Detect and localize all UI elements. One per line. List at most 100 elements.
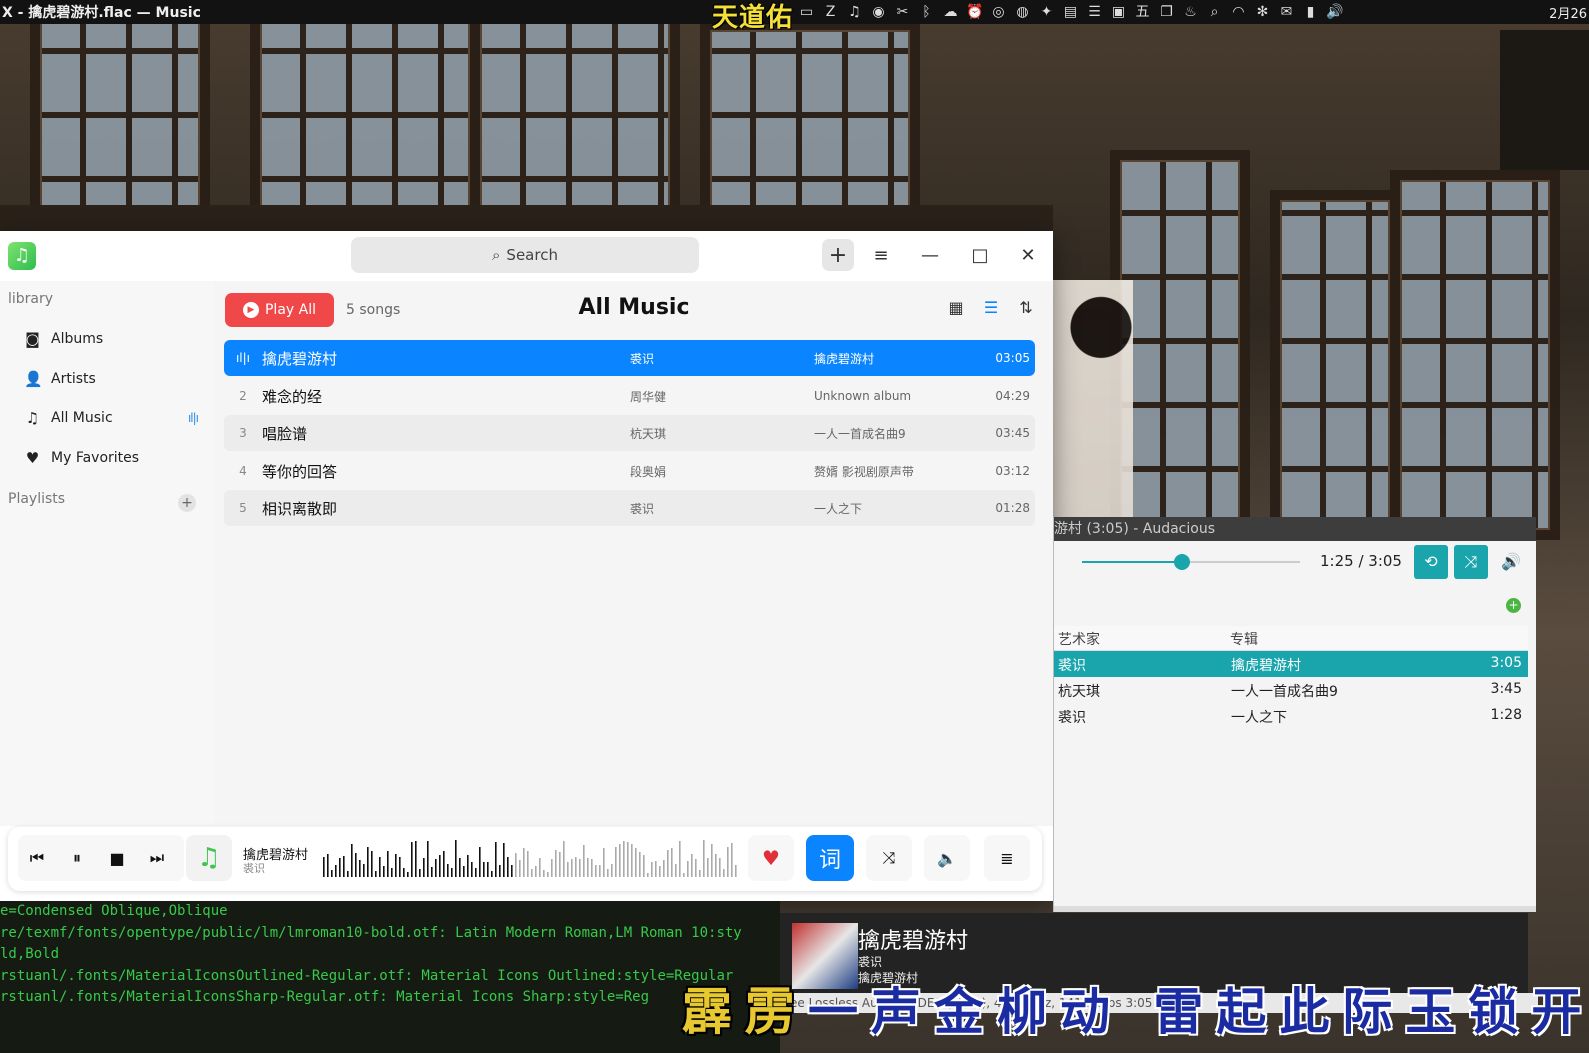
- waveform-bar: [599, 865, 601, 877]
- waveform-bar: [379, 857, 381, 877]
- waveform-bar: [431, 867, 433, 877]
- song-number: 3: [239, 426, 247, 440]
- terminal-line: rstuanl/.fonts/MaterialIconsOutlined-Reg…: [0, 967, 734, 984]
- top-bar-lyric: 天道佑: [712, 3, 794, 33]
- zotero-icon[interactable]: Z: [822, 4, 839, 21]
- music-note-icon[interactable]: ♫: [846, 4, 863, 21]
- search-input[interactable]: ⌕ Search: [351, 237, 699, 273]
- waveform-bar: [507, 857, 509, 877]
- column-album[interactable]: 专辑: [1230, 629, 1258, 649]
- seek-slider[interactable]: [1082, 554, 1300, 570]
- playlist-row[interactable]: 裘识 擒虎碧游村 3:05: [1054, 651, 1528, 677]
- sidebar-item-albums[interactable]: ◙ Albums: [24, 325, 204, 353]
- menu-icon[interactable]: ☰: [1086, 4, 1103, 21]
- volume-icon[interactable]: 🔊: [1326, 4, 1343, 21]
- wifi-icon[interactable]: ◠: [1230, 4, 1247, 21]
- search-icon[interactable]: ⌕: [1206, 4, 1223, 21]
- battery-icon[interactable]: ▮: [1302, 4, 1319, 21]
- seek-knob[interactable]: [1174, 554, 1191, 570]
- eye-icon[interactable]: ◎: [990, 4, 1007, 21]
- alarm-icon[interactable]: ⏰: [966, 4, 983, 21]
- copy-icon[interactable]: ❐: [1158, 4, 1175, 21]
- clock[interactable]: 2月26: [1549, 3, 1587, 22]
- bluetooth2-icon[interactable]: ✻: [1254, 4, 1271, 21]
- list-view-icon[interactable]: ☰: [980, 297, 1002, 319]
- row-artist: 杭天琪: [1058, 684, 1100, 700]
- cover-music-icon[interactable]: ♫: [186, 835, 232, 881]
- previous-icon[interactable]: ⏮: [20, 835, 54, 881]
- queue-icon[interactable]: ≣: [984, 835, 1030, 881]
- song-row[interactable]: 5 相识离散即 裘识 一人之下 01:28: [224, 490, 1035, 526]
- add-playlist-button[interactable]: +: [178, 494, 196, 512]
- desktop-lyrics[interactable]: 霹雳一声金柳动 雷起此际玉锁开: [682, 972, 1589, 1044]
- waveform-bar: [471, 862, 473, 877]
- volume-icon[interactable]: 🔊: [1494, 545, 1528, 579]
- sidebar-item-artists[interactable]: 👤 Artists: [24, 365, 204, 393]
- close-icon[interactable]: ✕: [1012, 239, 1044, 271]
- waveform-bar: [351, 844, 353, 877]
- minimize-icon[interactable]: —: [914, 239, 946, 271]
- sort-icon[interactable]: ⇅: [1015, 297, 1037, 319]
- column-artist[interactable]: 艺术家: [1058, 629, 1100, 649]
- wallpaper-roof: [1500, 30, 1589, 170]
- song-row[interactable]: 3 唱脸谱 杭天琪 一人一首成名曲9 03:45: [224, 415, 1035, 451]
- playlist-row[interactable]: 杭天琪 一人一首成名曲9 3:45: [1054, 677, 1528, 703]
- song-title: 唱脸谱: [262, 424, 308, 443]
- heart-icon: ♥: [25, 449, 40, 467]
- repeat-icon[interactable]: ⟲: [1414, 545, 1448, 579]
- window-icon[interactable]: ▭: [798, 4, 815, 21]
- waveform-bar: [595, 865, 597, 877]
- waveform-bar: [639, 852, 641, 877]
- song-row[interactable]: ıl|ı 擒虎碧游村 裘识 擒虎碧游村 03:05: [224, 340, 1035, 376]
- play-all-label: Play All: [264, 302, 316, 318]
- waveform-bar: [367, 847, 369, 877]
- play-all-button[interactable]: ▶ Play All: [225, 293, 334, 327]
- bluetooth-icon[interactable]: ᛒ: [918, 4, 935, 21]
- shuffle-icon[interactable]: ⤨: [1454, 545, 1488, 579]
- chat-icon[interactable]: ♨: [1182, 4, 1199, 21]
- waveform-bar: [571, 859, 573, 877]
- add-icon[interactable]: +: [1506, 598, 1521, 613]
- waveform-bar: [539, 858, 541, 877]
- waveform-bar: [663, 860, 665, 877]
- shuffle-icon[interactable]: ⤨: [866, 835, 912, 881]
- calendar-icon[interactable]: ▣: [1110, 4, 1127, 21]
- sidebar: library ◙ Albums 👤 Artists ♫ All Music ı…: [0, 281, 214, 826]
- grid-view-icon[interactable]: ▦: [945, 297, 967, 319]
- song-row[interactable]: 4 等你的回答 段奥娟 赘婿 影视剧原声带 03:12: [224, 453, 1035, 489]
- song-artist: 段奥娟: [630, 464, 667, 479]
- mail-icon[interactable]: ✉: [1278, 4, 1295, 21]
- pause-icon[interactable]: ⏸: [60, 835, 94, 881]
- next-icon[interactable]: ⏭: [140, 835, 174, 881]
- firefox-icon[interactable]: ◉: [870, 4, 887, 21]
- add-button[interactable]: +: [822, 239, 854, 271]
- waveform-bar: [667, 850, 669, 877]
- waveform-bar: [567, 862, 569, 877]
- waveform-bar: [347, 871, 349, 877]
- waveform-bar: [399, 857, 401, 877]
- song-row[interactable]: 2 难念的经 周华健 Unknown album 04:29: [224, 378, 1035, 414]
- scissors-icon[interactable]: ✂: [894, 4, 911, 21]
- cluster-icon[interactable]: ✦: [1038, 4, 1055, 21]
- sidebar-item-favorites[interactable]: ♥ My Favorites: [24, 444, 204, 472]
- playlist-row[interactable]: 裘识 一人之下 1:28: [1054, 703, 1528, 729]
- waveform-bar: [343, 856, 345, 877]
- waveform-bar: [531, 869, 533, 877]
- stop-icon[interactable]: ■: [100, 835, 134, 881]
- waveform-progress[interactable]: [322, 837, 738, 881]
- network-icon[interactable]: ☁: [942, 4, 959, 21]
- song-artist: 裘识: [630, 501, 655, 516]
- waveform-bar: [323, 857, 325, 877]
- input-method-icon[interactable]: 五: [1134, 4, 1151, 21]
- song-number: 5: [239, 501, 247, 515]
- waveform-bar: [715, 854, 717, 877]
- chrome-icon[interactable]: ◍: [1014, 4, 1031, 21]
- lyrics-button[interactable]: 词: [806, 835, 854, 881]
- maximize-icon[interactable]: □: [964, 239, 996, 271]
- sidebar-item-all-music[interactable]: ♫ All Music ıl|ı: [24, 404, 204, 432]
- volume-icon[interactable]: 🔈: [924, 835, 970, 881]
- favorite-heart-icon[interactable]: ♥: [748, 835, 794, 881]
- row-artist: 裘识: [1058, 658, 1086, 674]
- menu-icon[interactable]: ≡: [865, 239, 897, 271]
- clipboard-icon[interactable]: ▤: [1062, 4, 1079, 21]
